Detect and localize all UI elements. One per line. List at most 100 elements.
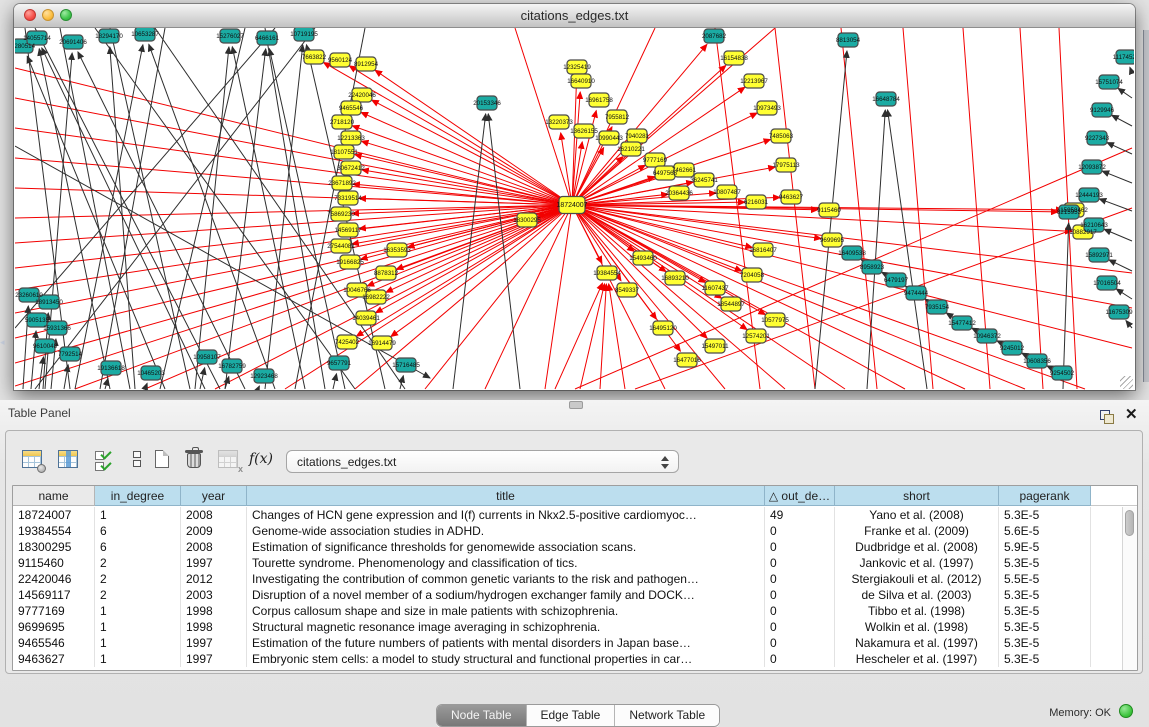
table-cell[interactable]: 2008 [181,507,247,523]
table-cell[interactable]: Jankovic et al. (1997) [835,555,999,571]
table-settings-button[interactable] [21,448,47,474]
table-cell[interactable]: Wolkin et al. (1998) [835,619,999,635]
table-cell[interactable]: 2 [95,555,181,571]
network-canvas[interactable]: 1872400712325419166409101696175879558121… [15,28,1134,390]
column-header-pagerank[interactable]: pagerank [999,486,1091,506]
column-header-short[interactable]: short [835,486,999,506]
table-cell[interactable]: Nakamura et al. (1997) [835,635,999,651]
table-cell[interactable]: 0 [765,619,835,635]
table-cell[interactable]: 1 [95,507,181,523]
table-cell[interactable]: 0 [765,539,835,555]
table-cell[interactable]: 0 [765,555,835,571]
new-column-button[interactable] [151,448,177,474]
table-cell[interactable]: 0 [765,523,835,539]
table-cell[interactable]: 2012 [181,571,247,587]
table-cell[interactable]: Disruption of a novel member of a sodium… [247,587,765,603]
table-cell[interactable]: 0 [765,571,835,587]
table-cell[interactable]: Franke et al. (2009) [835,523,999,539]
table-cell[interactable]: de Silva et al. (2003) [835,587,999,603]
tab-edge-table[interactable]: Edge Table [526,705,615,726]
memory-indicator-icon[interactable] [1119,704,1133,718]
table-cell[interactable]: 2008 [181,539,247,555]
close-panel-icon[interactable]: ✕ [1125,405,1138,423]
table-cell[interactable]: 18300295 [13,539,95,555]
table-cell[interactable]: 0 [765,603,835,619]
panel-divider-handle[interactable] [569,401,583,409]
table-cell[interactable]: 5.6E-5 [999,523,1091,539]
table-cell[interactable]: 5.3E-5 [999,651,1091,667]
square-icon [133,460,141,467]
tab-network-table[interactable]: Network Table [614,705,719,726]
table-cell[interactable]: 19384554 [13,523,95,539]
table-cell[interactable]: 5.5E-5 [999,571,1091,587]
table-cell[interactable]: 1 [95,635,181,651]
table-cell[interactable]: 1997 [181,635,247,651]
select-all-rows-button[interactable] [93,448,119,474]
table-cell[interactable]: 1997 [181,555,247,571]
delete-table-button[interactable]: x [217,448,243,474]
table-cell[interactable]: 22420046 [13,571,95,587]
table-cell[interactable]: Tourette syndrome. Phenomenology and cla… [247,555,765,571]
table-cell[interactable]: Dudbridge et al. (2008) [835,539,999,555]
table-cell[interactable]: 5.3E-5 [999,619,1091,635]
table-cell[interactable]: 9463627 [13,651,95,667]
panel-collapse-arrow-icon[interactable]: ◂ [0,336,8,348]
table-cell[interactable]: 5.3E-5 [999,507,1091,523]
table-cell[interactable]: 1998 [181,603,247,619]
table-cell[interactable]: Tibbo et al. (1998) [835,603,999,619]
column-header-name[interactable]: name [13,486,95,506]
column-header-in_degree[interactable]: in_degree [95,486,181,506]
table-cell[interactable]: 1 [95,651,181,667]
table-vertical-scrollbar[interactable] [1122,507,1137,670]
show-columns-button[interactable] [57,448,83,474]
tab-node-table[interactable]: Node Table [437,705,526,726]
table-cell[interactable]: 18724007 [13,507,95,523]
table-cell[interactable]: 9777169 [13,603,95,619]
float-window-icon[interactable] [1100,410,1114,423]
table-cell[interactable]: Estimation of the future numbers of pati… [247,635,765,651]
table-cell[interactable]: Embryonic stem cells: a model to study s… [247,651,765,667]
table-cell[interactable]: 9115460 [13,555,95,571]
table-cell[interactable]: Hescheler et al. (1997) [835,651,999,667]
table-cell[interactable]: 2009 [181,523,247,539]
table-cell[interactable]: 9699695 [13,619,95,635]
column-header-year[interactable]: year [181,486,247,506]
table-cell[interactable]: 6 [95,523,181,539]
table-selector-dropdown[interactable]: citations_edges.txt [286,450,679,473]
table-cell[interactable]: Genome-wide association studies in ADHD. [247,523,765,539]
table-cell[interactable]: 2 [95,571,181,587]
table-cell[interactable]: 9465546 [13,635,95,651]
table-cell[interactable]: 1 [95,603,181,619]
function-builder-button[interactable]: f(x) [249,451,273,467]
table-cell[interactable]: Estimation of significance thresholds fo… [247,539,765,555]
window-resize-grip[interactable] [1120,376,1133,389]
table-cell[interactable]: 49 [765,507,835,523]
table-cell[interactable]: 5.3E-5 [999,587,1091,603]
table-cell[interactable]: 2003 [181,587,247,603]
table-cell[interactable]: 5.3E-5 [999,603,1091,619]
delete-column-button[interactable] [183,448,209,474]
table-cell[interactable]: 14569117 [13,587,95,603]
table-cell[interactable]: Yano et al. (2008) [835,507,999,523]
table-cell[interactable]: 1 [95,619,181,635]
table-cell[interactable]: 0 [765,651,835,667]
table-cell[interactable]: 0 [765,635,835,651]
table-cell[interactable]: Changes of HCN gene expression and I(f) … [247,507,765,523]
table-cell[interactable]: 5.3E-5 [999,555,1091,571]
table-cell[interactable]: 2 [95,587,181,603]
column-header-out_de[interactable]: △ out_de… [765,486,835,506]
table-cell[interactable]: 6 [95,539,181,555]
table-cell[interactable]: 0 [765,587,835,603]
network-window-titlebar[interactable]: citations_edges.txt [14,4,1135,28]
table-cell[interactable]: Stergiakouli et al. (2012) [835,571,999,587]
column-header-title[interactable]: title [247,486,765,506]
table-cell[interactable]: 1997 [181,651,247,667]
table-cell[interactable]: 5.9E-5 [999,539,1091,555]
scrollbar-thumb[interactable] [1125,510,1134,536]
table-cell[interactable]: Investigating the contribution of common… [247,571,765,587]
table-cell[interactable]: 5.3E-5 [999,635,1091,651]
table-cell[interactable]: 1998 [181,619,247,635]
table-cell[interactable]: Corpus callosum shape and size in male p… [247,603,765,619]
row-selection-button[interactable] [125,448,151,474]
table-cell[interactable]: Structural magnetic resonance image aver… [247,619,765,635]
